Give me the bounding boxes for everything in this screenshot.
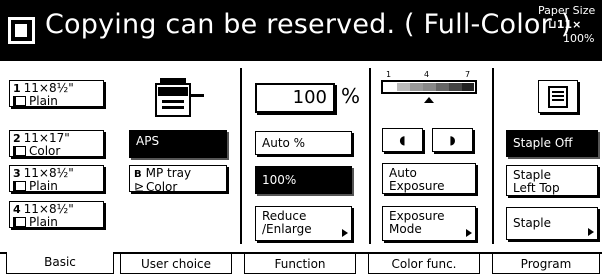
column-divider — [492, 68, 494, 244]
document-finishing-icon-button — [538, 80, 578, 113]
menu-arrow-icon — [466, 229, 472, 237]
auto-exposure-button[interactable]: Auto Exposure — [382, 163, 476, 194]
tab-color-func[interactable]: Color func. — [368, 252, 480, 274]
half-circle-dark-icon: ◗ — [449, 133, 456, 147]
tray-1-button[interactable]: 1 11×8½" Plain — [9, 80, 104, 107]
column-divider — [369, 68, 371, 244]
column-divider — [240, 68, 242, 244]
exposure-scale-min: 1 — [386, 70, 392, 79]
exposure-scale-mid: 4 — [424, 70, 430, 79]
tab-program[interactable]: Program — [492, 252, 600, 274]
exposure-scale-max: 7 — [465, 70, 471, 79]
copier-icon — [155, 78, 204, 117]
exposure-mode-button[interactable]: Exposure Mode — [382, 206, 476, 241]
copy-status-icon — [8, 17, 35, 44]
menu-arrow-icon — [588, 228, 594, 236]
tab-function[interactable]: Function — [244, 252, 356, 274]
staple-button[interactable]: Staple — [506, 207, 598, 240]
exposure-level-gauge — [381, 80, 477, 103]
paper-stack-icon — [13, 96, 26, 106]
paper-stack-icon — [13, 181, 26, 191]
auto-zoom-button[interactable]: Auto % — [255, 131, 352, 155]
zoom-value-display: 100 — [255, 83, 335, 113]
exposure-darker-button[interactable]: ◗ — [432, 128, 473, 152]
tab-basic[interactable]: Basic — [6, 252, 114, 274]
zoom-100-button[interactable]: 100% — [255, 166, 352, 194]
aps-button[interactable]: APS — [129, 130, 227, 158]
menu-arrow-icon — [342, 229, 348, 237]
status-header: Copying can be reserved. ( Full-Color ) … — [0, 0, 602, 58]
exposure-lighter-button[interactable]: ◖ — [382, 128, 423, 152]
zoom-unit: % — [341, 84, 361, 108]
staple-left-top-button[interactable]: Staple Left Top — [506, 165, 598, 196]
staple-off-button[interactable]: Staple Off — [506, 130, 598, 157]
mp-tray-icon: ⊵ — [134, 180, 145, 194]
half-circle-light-icon: ◖ — [399, 133, 406, 147]
zoom-readout: 100% — [563, 32, 595, 45]
tray-4-button[interactable]: 4 11×8½" Plain — [9, 201, 104, 228]
paper-orientation-icon: ⊔ — [548, 18, 557, 31]
tray-2-button[interactable]: 2 11×17" Color — [9, 130, 104, 157]
tray-3-button[interactable]: 3 11×8½" Plain — [9, 165, 104, 192]
paper-size-value: ⊔11× — [548, 18, 582, 31]
paper-stack-icon — [13, 146, 26, 156]
paper-size-label: Paper Size — [538, 4, 596, 17]
paper-stack-icon — [13, 217, 26, 227]
mp-tray-button[interactable]: B MP tray ⊵ Color — [129, 165, 227, 194]
reduce-enlarge-button[interactable]: Reduce/Enlarge — [255, 206, 352, 241]
status-message: Copying can be reserved. ( Full-Color ) — [45, 9, 572, 40]
document-icon — [548, 86, 568, 108]
tab-user-choice[interactable]: User choice — [120, 252, 232, 274]
